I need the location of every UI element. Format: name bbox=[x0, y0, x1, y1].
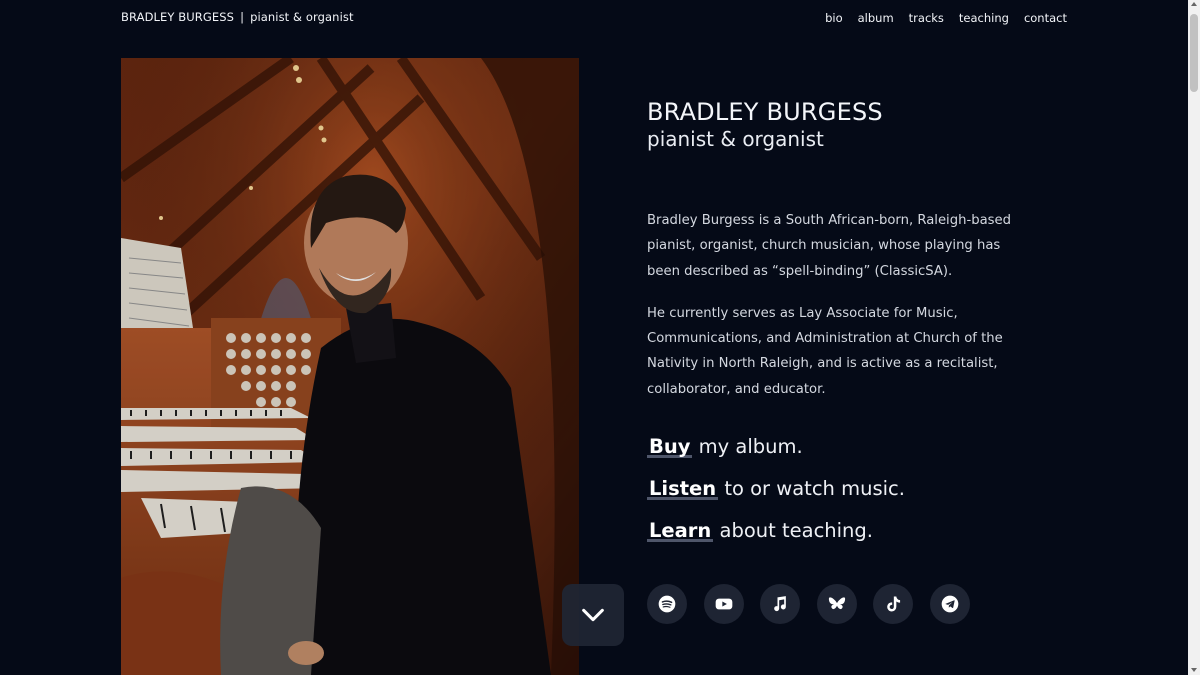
tiktok-button[interactable] bbox=[873, 584, 913, 624]
scrollbar-thumb[interactable] bbox=[1190, 14, 1198, 92]
chevron-down-icon bbox=[582, 608, 604, 622]
learn-link[interactable]: Learn bbox=[647, 519, 713, 542]
site-brand[interactable]: BRADLEY BURGESS | pianist & organist bbox=[121, 10, 354, 24]
cta-learn-text: about teaching. bbox=[713, 519, 874, 542]
cta-listen: Listen to or watch music. bbox=[647, 477, 905, 500]
telegram-button[interactable] bbox=[929, 584, 970, 624]
cta-buy: Buy my album. bbox=[647, 435, 803, 458]
telegram-icon bbox=[941, 595, 958, 613]
spotify-icon bbox=[658, 595, 676, 613]
nav-teaching[interactable]: teaching bbox=[959, 11, 1009, 25]
music-note-icon bbox=[774, 596, 786, 612]
social-links bbox=[647, 584, 970, 624]
bio-paragraph-1: Bradley Burgess is a South African-born,… bbox=[647, 213, 1012, 279]
scrollbar[interactable] bbox=[1188, 0, 1200, 675]
scroll-up-arrow-icon[interactable] bbox=[1191, 2, 1197, 6]
brand-tagline: pianist & organist bbox=[250, 10, 354, 24]
nav-album[interactable]: album bbox=[858, 11, 894, 25]
youtube-button[interactable] bbox=[703, 584, 744, 624]
cta-learn: Learn about teaching. bbox=[647, 519, 873, 542]
music-button[interactable] bbox=[760, 584, 800, 624]
main-nav: bio album tracks teaching contact bbox=[825, 11, 1067, 25]
nav-tracks[interactable]: tracks bbox=[909, 11, 944, 25]
cta-buy-text: my album. bbox=[692, 435, 803, 458]
portrait-photo bbox=[121, 58, 579, 675]
bluesky-icon bbox=[828, 597, 845, 610]
hero-name: BRADLEY BURGESS bbox=[647, 98, 883, 126]
spotify-button[interactable] bbox=[647, 584, 687, 624]
nav-bio[interactable]: bio bbox=[825, 11, 843, 25]
scroll-down-arrow-icon[interactable] bbox=[1191, 668, 1197, 672]
bluesky-button[interactable] bbox=[816, 584, 857, 624]
youtube-icon bbox=[715, 598, 732, 610]
tiktok-icon bbox=[887, 596, 901, 612]
bio-text: Bradley Burgess is a South African-born,… bbox=[647, 208, 1019, 419]
hero-subtitle: pianist & organist bbox=[647, 127, 824, 151]
brand-separator: | bbox=[240, 10, 245, 24]
buy-link[interactable]: Buy bbox=[647, 435, 692, 458]
nav-contact[interactable]: contact bbox=[1024, 11, 1067, 25]
listen-link[interactable]: Listen bbox=[647, 477, 718, 500]
cta-listen-text: to or watch music. bbox=[718, 477, 905, 500]
bio-paragraph-2: He currently serves as Lay Associate for… bbox=[647, 305, 1003, 397]
scroll-down-button[interactable] bbox=[562, 584, 624, 646]
brand-name: BRADLEY BURGESS bbox=[121, 10, 235, 24]
